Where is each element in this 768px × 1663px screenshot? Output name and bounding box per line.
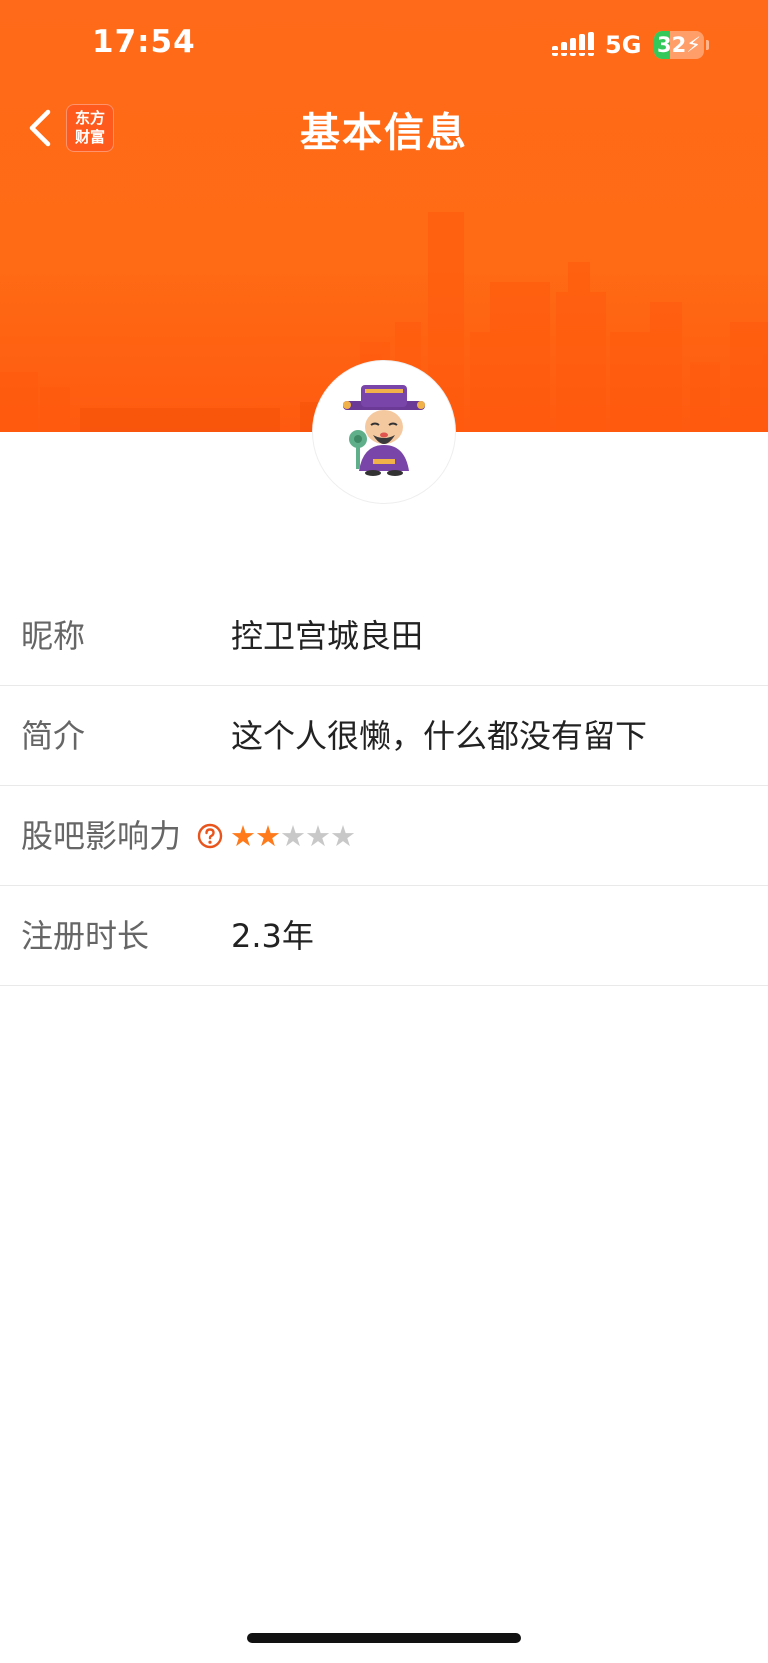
question-circle-icon[interactable] [197, 823, 223, 849]
star-empty-icon: ★ [330, 819, 356, 853]
nickname-label: 昵称 [21, 617, 86, 655]
row-registration: 注册时长 2.3年 [0, 886, 768, 986]
row-influence: 股吧影响力 ★★★★★ [0, 786, 768, 886]
navigation-bar: 东方 财富 基本信息 [0, 90, 768, 166]
battery-terminal [706, 40, 709, 50]
status-bar: 17:54 5G 32⚡ [0, 0, 768, 90]
charging-bolt-icon: ⚡ [686, 33, 701, 57]
bio-label: 简介 [21, 717, 86, 755]
status-time: 17:54 [92, 24, 196, 60]
star-empty-icon: ★ [305, 819, 331, 853]
influence-rating-stars: ★★★★★ [230, 786, 356, 886]
row-bio: 简介 这个人很懒，什么都没有留下 [0, 686, 768, 786]
home-indicator[interactable] [247, 1633, 521, 1643]
page-title: 基本信息 [300, 110, 468, 156]
bio-value: 这个人很懒，什么都没有留下 [231, 717, 648, 755]
influence-label: 股吧影响力 [21, 817, 182, 855]
star-empty-icon: ★ [280, 819, 306, 853]
avatar[interactable] [313, 361, 455, 503]
profile-info-list: 昵称 控卫宫城良田 简介 这个人很懒，什么都没有留下 股吧影响力 ★★★★★ 注… [0, 586, 768, 986]
profile-info-page: 17:54 5G 32⚡ 东方 财富 基本信息 昵称 控卫宫城良田 简介 这个人… [0, 0, 768, 1663]
star-filled-icon: ★ [255, 819, 281, 853]
star-filled-icon: ★ [230, 819, 256, 853]
row-nickname: 昵称 控卫宫城良田 [0, 586, 768, 686]
caishen-mascot-icon [343, 385, 425, 476]
registration-label: 注册时长 [21, 917, 150, 955]
battery-icon: 32⚡ [654, 31, 704, 59]
network-type: 5G [605, 31, 642, 59]
cellular-signal-icon [552, 32, 594, 56]
nickname-value: 控卫宫城良田 [231, 617, 424, 655]
battery-level-text: 32⚡ [657, 33, 701, 57]
registration-value: 2.3年 [231, 917, 314, 955]
